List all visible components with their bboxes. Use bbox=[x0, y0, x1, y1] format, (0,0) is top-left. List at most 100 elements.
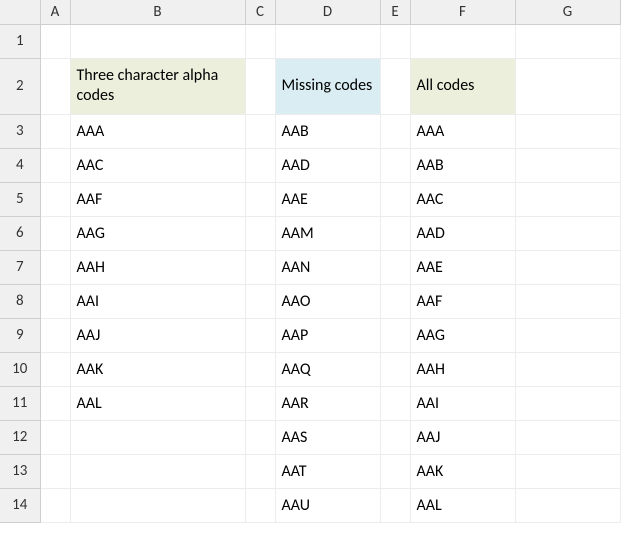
cell-B13[interactable] bbox=[70, 454, 245, 488]
cell-D1[interactable] bbox=[275, 24, 380, 58]
cell-G5[interactable] bbox=[515, 182, 620, 216]
cell-C6[interactable] bbox=[245, 216, 275, 250]
cell-F5[interactable]: AAC bbox=[410, 182, 515, 216]
cell-A10[interactable] bbox=[40, 352, 70, 386]
cell-C4[interactable] bbox=[245, 148, 275, 182]
cell-A5[interactable] bbox=[40, 182, 70, 216]
header-missing[interactable]: Missing codes bbox=[275, 58, 380, 114]
cell-G14[interactable] bbox=[515, 488, 620, 522]
cell-B11[interactable]: AAL bbox=[70, 386, 245, 420]
cell-D8[interactable]: AAO bbox=[275, 284, 380, 318]
cell-C8[interactable] bbox=[245, 284, 275, 318]
header-three-char[interactable]: Three character alpha codes bbox=[70, 58, 245, 114]
cell-E4[interactable] bbox=[380, 148, 410, 182]
cell-B8[interactable]: AAI bbox=[70, 284, 245, 318]
cell-E1[interactable] bbox=[380, 24, 410, 58]
select-all-corner[interactable] bbox=[0, 0, 40, 24]
cell-C13[interactable] bbox=[245, 454, 275, 488]
row-header-12[interactable]: 12 bbox=[0, 420, 40, 454]
cell-G2[interactable] bbox=[515, 58, 620, 114]
cell-F3[interactable]: AAA bbox=[410, 114, 515, 148]
row-header-11[interactable]: 11 bbox=[0, 386, 40, 420]
cell-D11[interactable]: AAR bbox=[275, 386, 380, 420]
cell-G7[interactable] bbox=[515, 250, 620, 284]
cell-E6[interactable] bbox=[380, 216, 410, 250]
row-header-7[interactable]: 7 bbox=[0, 250, 40, 284]
row-header-13[interactable]: 13 bbox=[0, 454, 40, 488]
cell-A12[interactable] bbox=[40, 420, 70, 454]
cell-B5[interactable]: AAF bbox=[70, 182, 245, 216]
row-header-2[interactable]: 2 bbox=[0, 58, 40, 114]
cell-E2[interactable] bbox=[380, 58, 410, 114]
cell-A7[interactable] bbox=[40, 250, 70, 284]
cell-A13[interactable] bbox=[40, 454, 70, 488]
cell-C7[interactable] bbox=[245, 250, 275, 284]
cell-B7[interactable]: AAH bbox=[70, 250, 245, 284]
cell-E13[interactable] bbox=[380, 454, 410, 488]
cell-D5[interactable]: AAE bbox=[275, 182, 380, 216]
cell-G11[interactable] bbox=[515, 386, 620, 420]
cell-D4[interactable]: AAD bbox=[275, 148, 380, 182]
cell-C11[interactable] bbox=[245, 386, 275, 420]
cell-F7[interactable]: AAE bbox=[410, 250, 515, 284]
col-header-D[interactable]: D bbox=[275, 0, 380, 24]
cell-G1[interactable] bbox=[515, 24, 620, 58]
cell-C3[interactable] bbox=[245, 114, 275, 148]
cell-E12[interactable] bbox=[380, 420, 410, 454]
cell-F10[interactable]: AAH bbox=[410, 352, 515, 386]
cell-E5[interactable] bbox=[380, 182, 410, 216]
cell-B6[interactable]: AAG bbox=[70, 216, 245, 250]
cell-D10[interactable]: AAQ bbox=[275, 352, 380, 386]
col-header-G[interactable]: G bbox=[515, 0, 620, 24]
cell-B12[interactable] bbox=[70, 420, 245, 454]
cell-A1[interactable] bbox=[40, 24, 70, 58]
cell-D7[interactable]: AAN bbox=[275, 250, 380, 284]
cell-D12[interactable]: AAS bbox=[275, 420, 380, 454]
col-header-B[interactable]: B bbox=[70, 0, 245, 24]
cell-C9[interactable] bbox=[245, 318, 275, 352]
cell-E9[interactable] bbox=[380, 318, 410, 352]
cell-B10[interactable]: AAK bbox=[70, 352, 245, 386]
cell-A3[interactable] bbox=[40, 114, 70, 148]
cell-F13[interactable]: AAK bbox=[410, 454, 515, 488]
cell-F11[interactable]: AAI bbox=[410, 386, 515, 420]
cell-F14[interactable]: AAL bbox=[410, 488, 515, 522]
cell-C2[interactable] bbox=[245, 58, 275, 114]
header-all[interactable]: All codes bbox=[410, 58, 515, 114]
row-header-1[interactable]: 1 bbox=[0, 24, 40, 58]
cell-D6[interactable]: AAM bbox=[275, 216, 380, 250]
row-header-3[interactable]: 3 bbox=[0, 114, 40, 148]
cell-B14[interactable] bbox=[70, 488, 245, 522]
cell-F8[interactable]: AAF bbox=[410, 284, 515, 318]
cell-C1[interactable] bbox=[245, 24, 275, 58]
row-header-14[interactable]: 14 bbox=[0, 488, 40, 522]
cell-F1[interactable] bbox=[410, 24, 515, 58]
cell-B4[interactable]: AAC bbox=[70, 148, 245, 182]
cell-G9[interactable] bbox=[515, 318, 620, 352]
cell-G13[interactable] bbox=[515, 454, 620, 488]
col-header-A[interactable]: A bbox=[40, 0, 70, 24]
cell-G10[interactable] bbox=[515, 352, 620, 386]
cell-B3[interactable]: AAA bbox=[70, 114, 245, 148]
col-header-F[interactable]: F bbox=[410, 0, 515, 24]
cell-G12[interactable] bbox=[515, 420, 620, 454]
cell-F9[interactable]: AAG bbox=[410, 318, 515, 352]
cell-A8[interactable] bbox=[40, 284, 70, 318]
cell-E3[interactable] bbox=[380, 114, 410, 148]
cell-A6[interactable] bbox=[40, 216, 70, 250]
cell-F12[interactable]: AAJ bbox=[410, 420, 515, 454]
cell-B9[interactable]: AAJ bbox=[70, 318, 245, 352]
cell-B1[interactable] bbox=[70, 24, 245, 58]
cell-D13[interactable]: AAT bbox=[275, 454, 380, 488]
cell-E10[interactable] bbox=[380, 352, 410, 386]
cell-E8[interactable] bbox=[380, 284, 410, 318]
cell-A2[interactable] bbox=[40, 58, 70, 114]
cell-D3[interactable]: AAB bbox=[275, 114, 380, 148]
cell-A11[interactable] bbox=[40, 386, 70, 420]
cell-C5[interactable] bbox=[245, 182, 275, 216]
cell-D9[interactable]: AAP bbox=[275, 318, 380, 352]
cell-E11[interactable] bbox=[380, 386, 410, 420]
row-header-4[interactable]: 4 bbox=[0, 148, 40, 182]
cell-F4[interactable]: AAB bbox=[410, 148, 515, 182]
col-header-E[interactable]: E bbox=[380, 0, 410, 24]
